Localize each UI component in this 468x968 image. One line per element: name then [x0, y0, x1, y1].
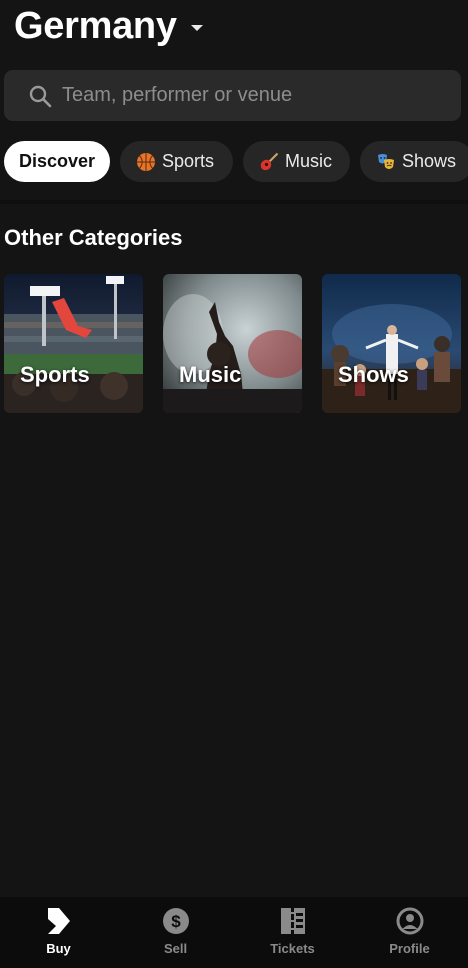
chip-label: Discover [18, 151, 96, 171]
location-selector[interactable]: Germany [14, 2, 203, 50]
category-cards: Sports Music Shows [4, 274, 461, 413]
search-icon [29, 85, 52, 107]
category-label: Sports [20, 362, 90, 387]
section-divider [0, 200, 468, 204]
category-card-music[interactable]: Music [163, 274, 302, 413]
nav-item-tickets[interactable]: Tickets [234, 897, 351, 956]
app-screen: Germany Discover Sports Mus [0, 0, 468, 968]
concert-crowd-image [163, 274, 302, 413]
nav-label: Buy [46, 941, 71, 956]
chip-shows[interactable]: Shows [360, 141, 468, 182]
svg-text:$: $ [171, 912, 181, 931]
tickets-icon [280, 908, 305, 934]
theater-masks-icon [378, 153, 394, 169]
guitar-icon [260, 152, 279, 170]
stage-performance-image [322, 274, 461, 413]
chip-discover[interactable]: Discover [4, 141, 110, 182]
nav-item-sell[interactable]: $ Sell [117, 897, 234, 956]
nav-label: Sell [163, 941, 188, 956]
buy-logo-icon [47, 908, 70, 934]
bottom-navigation: Buy $ Sell Tickets Profile [0, 897, 468, 968]
nav-label: Profile [389, 941, 430, 956]
search-input[interactable] [62, 84, 442, 107]
search-bar[interactable] [4, 70, 461, 121]
stadium-crowd-image [4, 274, 143, 413]
country-name[interactable]: Germany [14, 5, 177, 48]
chip-label: Sports [162, 151, 215, 171]
category-card-shows[interactable]: Shows [322, 274, 461, 413]
category-card-sports[interactable]: Sports [4, 274, 143, 413]
nav-item-buy[interactable]: Buy [0, 897, 117, 956]
caret-down-icon[interactable] [190, 25, 203, 31]
dollar-icon: $ [162, 908, 189, 934]
category-label: Music [179, 362, 242, 387]
basketball-icon [137, 152, 155, 171]
chip-sports[interactable]: Sports [120, 141, 233, 182]
category-chips: Discover Sports Music Shows [4, 141, 468, 182]
chip-label: Music [285, 151, 333, 171]
nav-label: Tickets [270, 941, 315, 956]
category-label: Shows [338, 362, 409, 387]
nav-item-profile[interactable]: Profile [351, 897, 468, 956]
section-title: Other Categories [4, 225, 183, 250]
chip-label: Shows [402, 151, 457, 171]
profile-icon [396, 907, 423, 935]
chip-music[interactable]: Music [243, 141, 350, 182]
